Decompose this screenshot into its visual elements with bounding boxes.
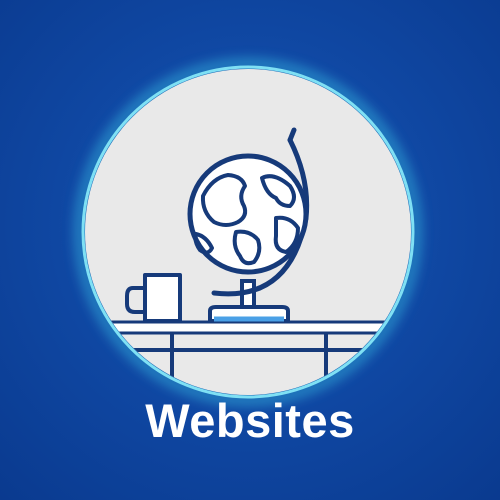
websites-tile[interactable]: Websites — [0, 0, 500, 500]
tile-label: Websites — [145, 394, 355, 447]
desk-top — [85, 320, 411, 335]
globe-sphere — [187, 153, 309, 275]
